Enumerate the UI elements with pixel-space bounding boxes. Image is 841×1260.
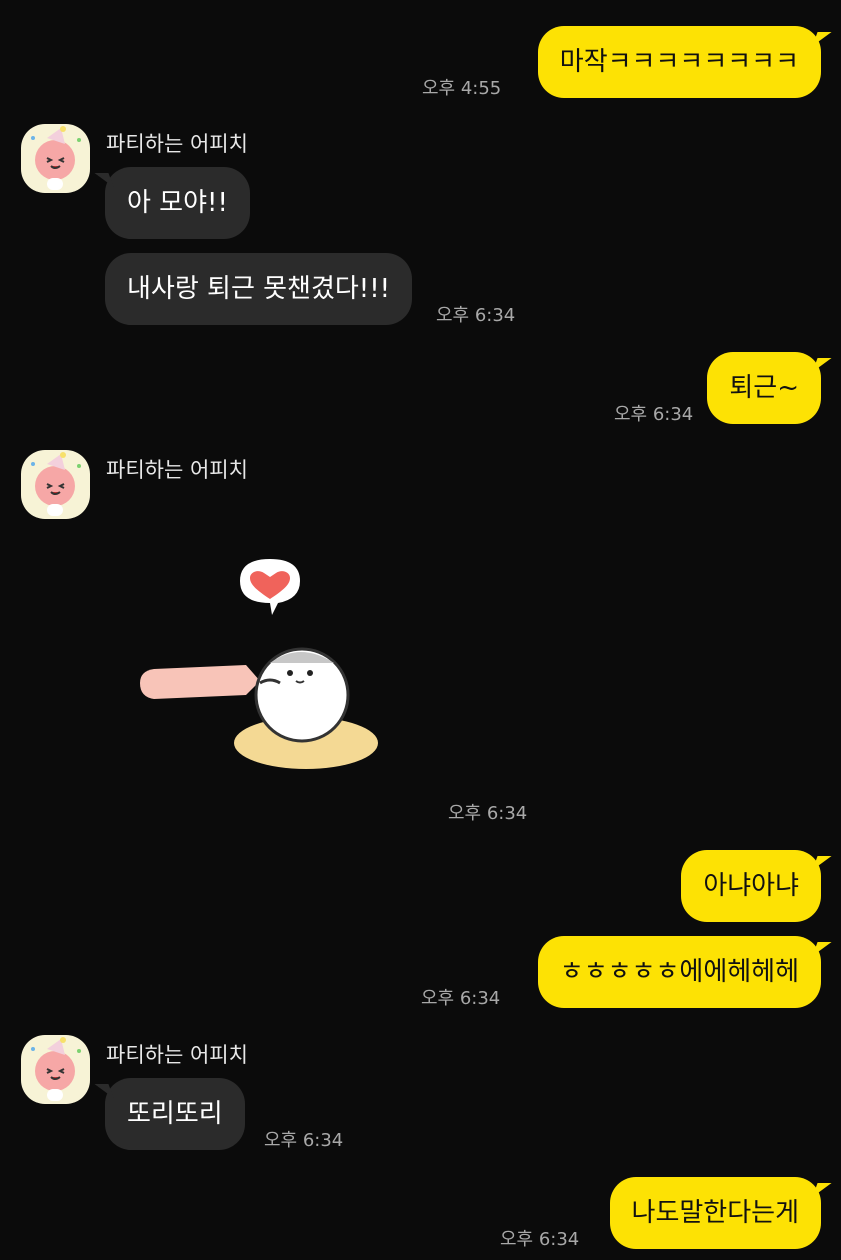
sender-name: 파티하는 어피치 <box>106 458 248 482</box>
outgoing-message[interactable]: 퇴근~ <box>707 352 821 424</box>
avatar[interactable] <box>21 124 90 193</box>
apeach-avatar-icon <box>31 1037 81 1101</box>
avatar[interactable] <box>21 450 90 519</box>
outgoing-message[interactable]: 나도말한다는게 <box>609 1177 821 1249</box>
outgoing-message[interactable]: 아냐아냐 <box>681 850 821 922</box>
message-time: 오후 4:55 <box>422 78 502 99</box>
message-time: 오후 6:34 <box>614 404 694 425</box>
outgoing-message[interactable]: ㅎㅎㅎㅎㅎ에에헤헤헤 <box>537 936 821 1008</box>
sender-name: 파티하는 어피치 <box>106 1043 248 1067</box>
message-time: 오후 6:34 <box>448 803 528 824</box>
message-time: 오후 6:34 <box>436 305 516 326</box>
message-time: 오후 6:34 <box>500 1229 580 1250</box>
incoming-message[interactable]: 내사랑 퇴근 못챈겼다!!! <box>105 253 413 325</box>
avatar[interactable] <box>21 1035 90 1104</box>
hamster-heart-sticker[interactable] <box>130 555 390 775</box>
apeach-avatar-icon <box>31 452 81 516</box>
message-time: 오후 6:34 <box>264 1130 344 1151</box>
sender-name: 파티하는 어피치 <box>106 132 248 156</box>
apeach-avatar-icon <box>31 126 81 190</box>
outgoing-message[interactable]: 마작ㅋㅋㅋㅋㅋㅋㅋㅋ <box>537 26 821 98</box>
incoming-message[interactable]: 또리또리 <box>105 1078 245 1150</box>
incoming-message[interactable]: 아 모야!! <box>105 167 250 239</box>
hamster-sticker-icon <box>140 559 378 769</box>
message-time: 오후 6:34 <box>421 988 501 1009</box>
